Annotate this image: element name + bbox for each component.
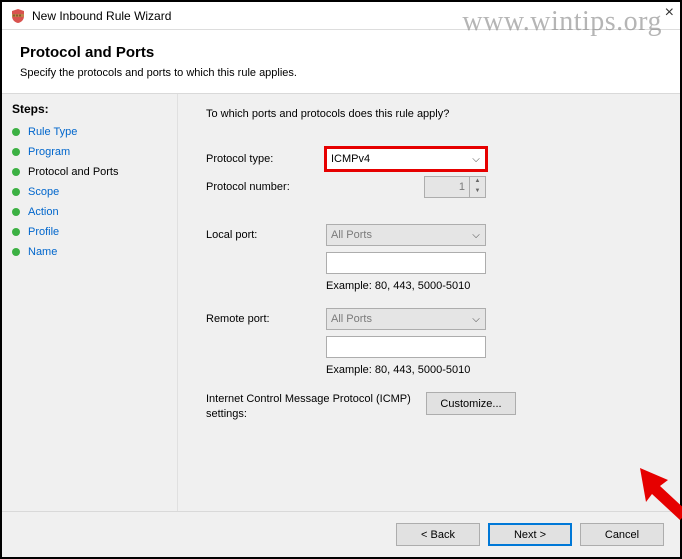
bullet-icon	[12, 188, 20, 196]
step-label: Program	[28, 146, 70, 158]
next-button[interactable]: Next >	[488, 523, 572, 546]
content-prompt: To which ports and protocols does this r…	[206, 108, 656, 120]
step-label: Protocol and Ports	[28, 166, 119, 178]
bullet-icon	[12, 148, 20, 156]
step-action[interactable]: Action	[12, 202, 167, 222]
local-port-hint: Example: 80, 443, 5000-5010	[326, 280, 656, 292]
local-port-row: Local port: All Ports ⌵	[206, 224, 656, 246]
protocol-type-label: Protocol type:	[206, 153, 326, 165]
local-port-label: Local port:	[206, 229, 326, 241]
wizard-footer: < Back Next > Cancel	[2, 511, 680, 557]
remote-port-input	[326, 336, 486, 358]
remote-port-value: All Ports	[331, 313, 372, 325]
steps-list: Rule Type Program Protocol and Ports Sco…	[12, 122, 167, 262]
spinner-arrows: ▲▼	[469, 177, 485, 197]
step-program[interactable]: Program	[12, 142, 167, 162]
bullet-icon	[12, 208, 20, 216]
protocol-number-value: 1	[425, 181, 469, 193]
protocol-type-select[interactable]: ICMPv4 ⌵	[326, 148, 486, 170]
protocol-type-value: ICMPv4	[331, 153, 370, 165]
local-port-text-row	[206, 252, 656, 274]
remote-port-text-row	[206, 336, 656, 358]
step-label: Action	[28, 206, 59, 218]
titlebar: New Inbound Rule Wizard ×	[2, 2, 680, 30]
step-scope[interactable]: Scope	[12, 182, 167, 202]
chevron-down-icon: ⌵	[467, 314, 485, 325]
protocol-type-row: Protocol type: ICMPv4 ⌵	[206, 148, 656, 170]
window-title: New Inbound Rule Wizard	[32, 9, 171, 23]
customize-button[interactable]: Customize...	[426, 392, 516, 415]
page-subtitle: Specify the protocols and ports to which…	[20, 67, 662, 79]
close-icon[interactable]: ×	[665, 4, 674, 22]
step-name[interactable]: Name	[12, 242, 167, 262]
bullet-icon	[12, 128, 20, 136]
step-label: Name	[28, 246, 57, 258]
back-button[interactable]: < Back	[396, 523, 480, 546]
cancel-button[interactable]: Cancel	[580, 523, 664, 546]
remote-port-hint: Example: 80, 443, 5000-5010	[326, 364, 656, 376]
chevron-down-icon: ⌵	[467, 230, 485, 241]
steps-heading: Steps:	[12, 102, 167, 116]
wizard-content: To which ports and protocols does this r…	[178, 94, 680, 513]
step-label: Scope	[28, 186, 59, 198]
step-profile[interactable]: Profile	[12, 222, 167, 242]
wizard-header: Protocol and Ports Specify the protocols…	[2, 30, 680, 94]
icmp-settings-label: Internet Control Message Protocol (ICMP)…	[206, 392, 426, 422]
local-port-select: All Ports ⌵	[326, 224, 486, 246]
page-title: Protocol and Ports	[20, 44, 662, 61]
firewall-shield-icon	[10, 8, 26, 24]
local-port-input	[326, 252, 486, 274]
bullet-icon	[12, 228, 20, 236]
step-protocol-and-ports[interactable]: Protocol and Ports	[12, 162, 167, 182]
chevron-down-icon: ⌵	[467, 154, 485, 165]
step-label: Profile	[28, 226, 59, 238]
step-label: Rule Type	[28, 126, 77, 138]
protocol-number-row: Protocol number: 1 ▲▼	[206, 176, 656, 198]
local-port-value: All Ports	[331, 229, 372, 241]
remote-port-select: All Ports ⌵	[326, 308, 486, 330]
protocol-number-label: Protocol number:	[206, 181, 326, 193]
step-rule-type[interactable]: Rule Type	[12, 122, 167, 142]
wizard-body: Steps: Rule Type Program Protocol and Po…	[2, 94, 680, 513]
bullet-icon	[12, 168, 20, 176]
protocol-number-spinner: 1 ▲▼	[424, 176, 486, 198]
icmp-settings-row: Internet Control Message Protocol (ICMP)…	[206, 392, 656, 422]
bullet-icon	[12, 248, 20, 256]
steps-sidebar: Steps: Rule Type Program Protocol and Po…	[2, 94, 178, 513]
remote-port-row: Remote port: All Ports ⌵	[206, 308, 656, 330]
remote-port-label: Remote port:	[206, 313, 326, 325]
